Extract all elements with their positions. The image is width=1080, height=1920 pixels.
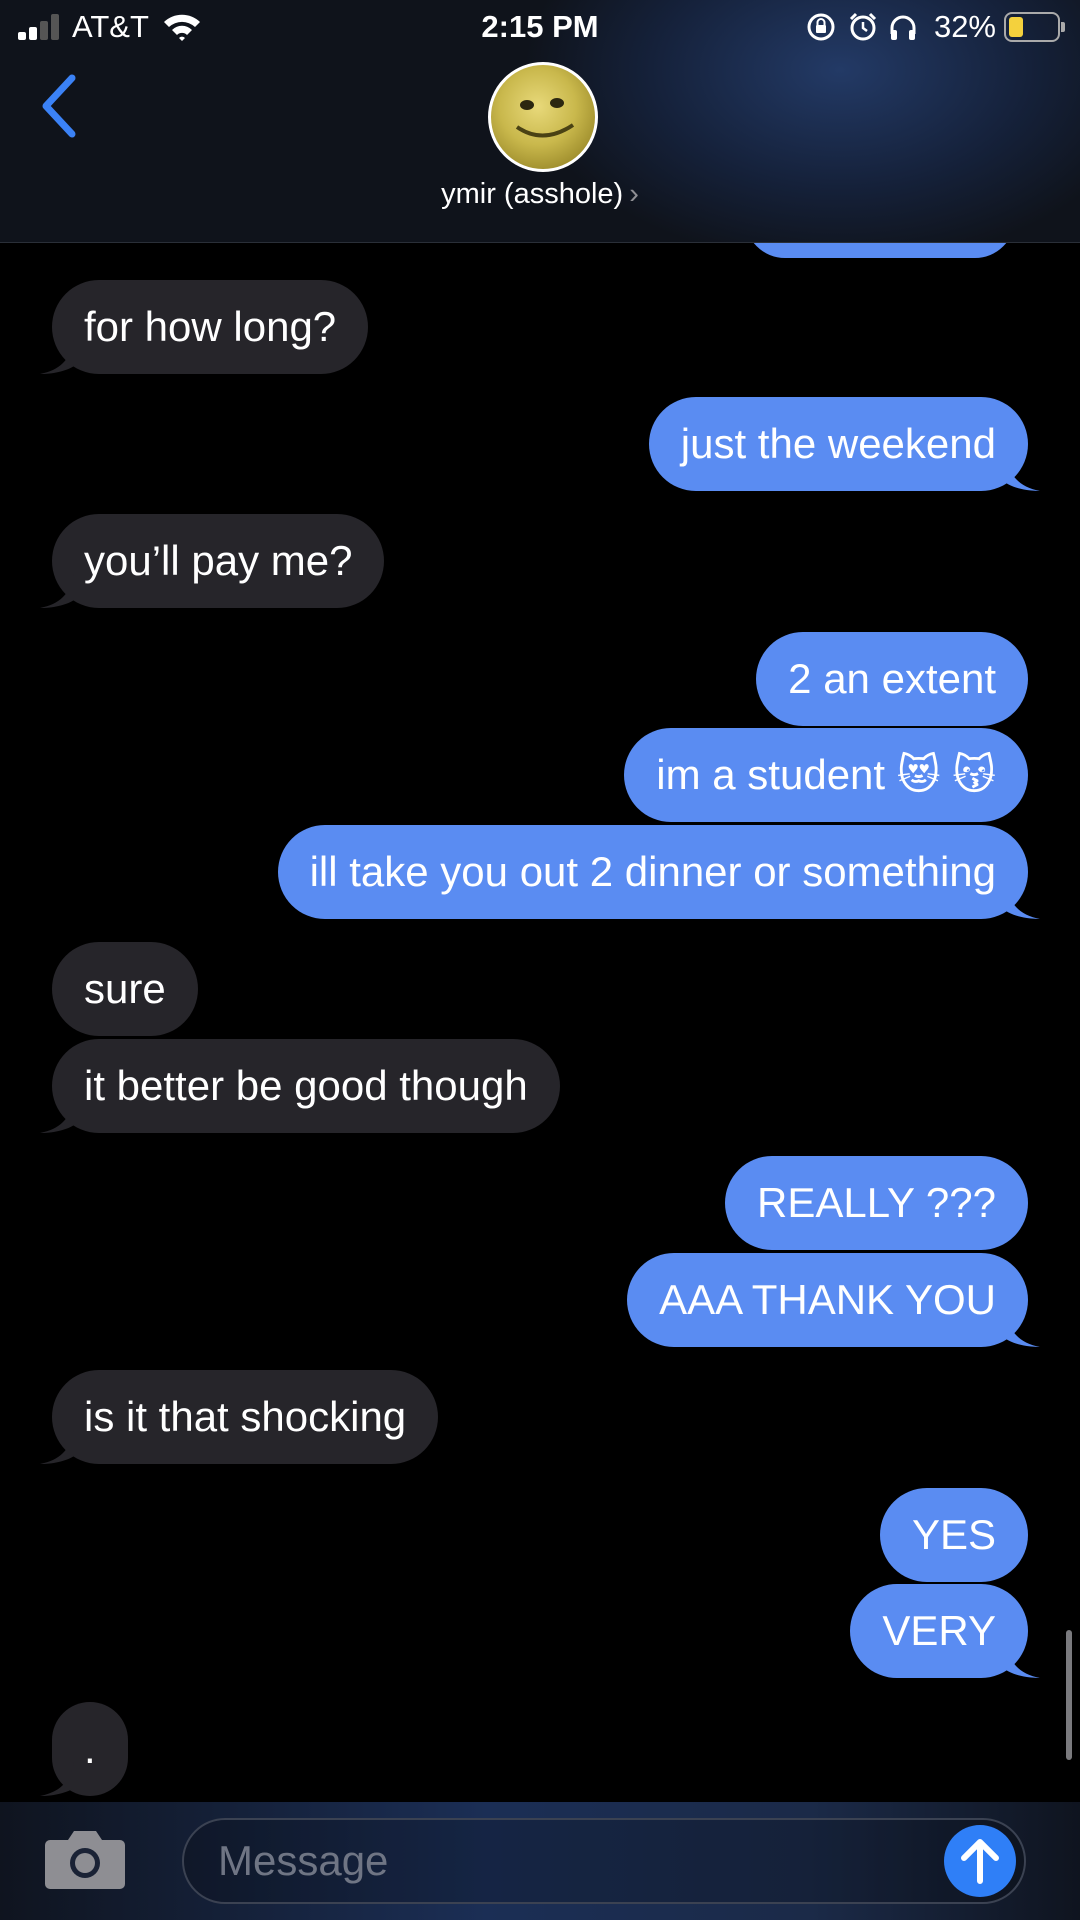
scrollbar[interactable]: [1066, 1630, 1072, 1760]
message-text: sure: [84, 965, 166, 1012]
status-icons: 32%: [790, 8, 1080, 48]
message-text: im a student 😻 😽: [656, 751, 996, 798]
message-text: REALLY ???: [757, 1179, 996, 1226]
sent-message[interactable]: im a student 😻 😽: [624, 728, 1028, 822]
received-message[interactable]: .: [40, 1702, 128, 1796]
message-placeholder: Message: [218, 1837, 389, 1884]
message-text: .: [84, 1725, 96, 1772]
message-text: just the weekend: [680, 420, 996, 467]
sent-message[interactable]: REALLY ???: [725, 1156, 1028, 1250]
sent-message[interactable]: YES: [879, 1488, 1028, 1582]
message-text: VERY: [882, 1607, 996, 1654]
message-text: ill take you out 2 dinner or something: [309, 848, 996, 895]
message-text: AAA THANK YOU: [659, 1276, 996, 1323]
headphones-icon: [890, 15, 916, 40]
send-arrow-icon: [961, 1839, 999, 1884]
sent-message[interactable]: just the weekend: [648, 397, 1040, 491]
message-text: it better be good though: [84, 1062, 528, 1109]
received-message[interactable]: you’ll pay me?: [40, 514, 385, 608]
contact-name-button[interactable]: ymir (asshole) ›: [0, 178, 1080, 211]
message-text: is it that shocking: [84, 1393, 407, 1440]
sent-message[interactable]: VERY: [850, 1584, 1040, 1678]
contact-name: ymir (asshole): [441, 178, 624, 210]
received-message[interactable]: is it that shocking: [40, 1370, 439, 1464]
battery-percent: 32%: [933, 9, 996, 44]
battery-icon: [1004, 12, 1065, 42]
contact-avatar[interactable]: [488, 62, 598, 172]
status-bar: AT&T 2:15 PM 32%: [0, 0, 1080, 54]
received-message[interactable]: it better be good though: [40, 1039, 560, 1133]
avatar-image: [515, 98, 575, 138]
back-button[interactable]: [36, 72, 84, 140]
conversation-header: AT&T 2:15 PM 32% ymir (asshole) ›: [0, 0, 1080, 243]
message-text: for how long?: [84, 303, 337, 350]
message-input[interactable]: Message: [182, 1818, 1026, 1904]
sent-message[interactable]: AAA THANK YOU: [627, 1253, 1040, 1347]
message-text: YES: [911, 1511, 996, 1558]
received-message[interactable]: for how long?: [40, 280, 369, 374]
message-text: you’ll pay me?: [84, 537, 353, 584]
rotation-lock-icon: [807, 13, 835, 41]
camera-button[interactable]: [44, 1828, 126, 1890]
sent-message[interactable]: 2 an extent: [756, 632, 1028, 726]
alarm-icon: [849, 12, 877, 41]
send-button[interactable]: [944, 1825, 1016, 1897]
message-text: 2 an extent: [788, 655, 996, 702]
received-message[interactable]: sure: [52, 942, 198, 1036]
message-composer: Message: [0, 1802, 1080, 1920]
chevron-right-icon: ›: [629, 178, 639, 210]
sent-message[interactable]: ill take you out 2 dinner or something: [277, 825, 1040, 919]
